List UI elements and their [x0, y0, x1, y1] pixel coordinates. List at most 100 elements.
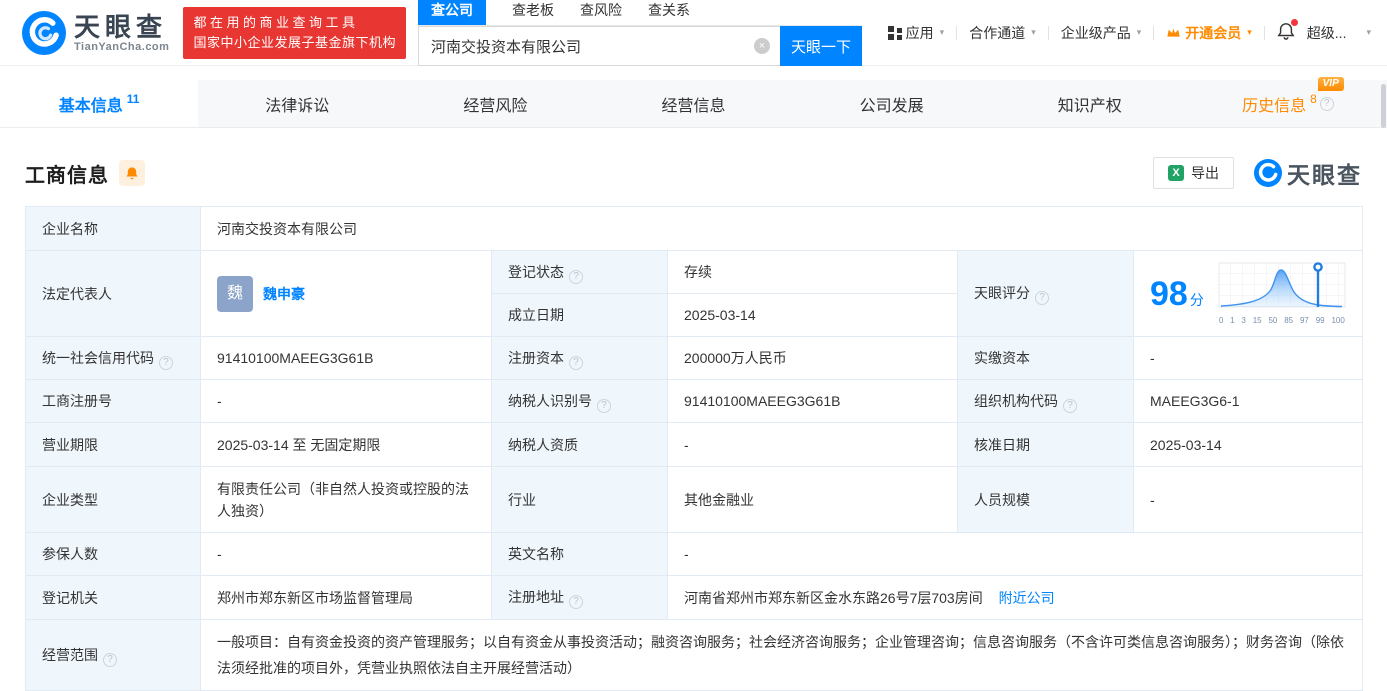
- export-button[interactable]: X 导出: [1153, 157, 1234, 189]
- field-label-paid-capital: 实缴资本: [958, 337, 1134, 380]
- field-value-reg-capital: 200000万人民币: [668, 337, 958, 380]
- tab-operating-risk[interactable]: 经营风险: [396, 80, 594, 127]
- chevron-down-icon: ▾: [1031, 27, 1036, 38]
- logo-domain-text: TianYanCha.com: [74, 41, 169, 53]
- tab-count: 8: [1310, 92, 1317, 106]
- help-icon[interactable]: ?: [1063, 399, 1077, 413]
- field-label-text: 天眼评分: [974, 285, 1030, 301]
- table-row: 企业类型 有限责任公司（非自然人投资或控股的法人独资） 行业 其他金融业 人员规…: [26, 467, 1363, 533]
- table-row: 参保人数 - 英文名称 -: [26, 533, 1363, 576]
- top-header: 天眼查 TianYanCha.com 都在用的商业查询工具 国家中小企业发展子基…: [0, 0, 1387, 66]
- chevron-down-icon: ▾: [1137, 27, 1142, 38]
- field-value-company-name: 河南交投资本有限公司: [201, 207, 1363, 251]
- monitor-bell-badge[interactable]: [119, 160, 145, 186]
- chevron-down-icon: ▾: [1247, 27, 1252, 38]
- field-value-business-scope: 一般项目：自有资金投资的资产管理服务；以自有资金从事投资活动；融资咨询服务；社会…: [201, 620, 1363, 691]
- nav-open-membership[interactable]: 开通会员 ▾: [1166, 23, 1252, 43]
- section-tabs: 基本信息 11 法律诉讼 经营风险 经营信息 公司发展 知识产权 历史信息 8 …: [0, 80, 1387, 128]
- legal-rep-link[interactable]: 魏申豪: [263, 283, 305, 305]
- help-icon[interactable]: ?: [597, 399, 611, 413]
- help-icon[interactable]: ?: [569, 270, 583, 284]
- chart-tick: 15: [1253, 316, 1262, 326]
- help-icon[interactable]: ?: [103, 653, 117, 667]
- score-value: 98分: [1150, 276, 1204, 312]
- field-label-establish-date: 成立日期: [492, 294, 668, 337]
- excel-icon: X: [1168, 165, 1184, 181]
- field-label-taxpayer-quality: 纳税人资质: [492, 423, 668, 467]
- notification-dot: [1291, 19, 1298, 26]
- chart-tick: 1: [1230, 316, 1234, 326]
- search-tab-boss[interactable]: 查老板: [512, 0, 554, 25]
- chart-tick: 85: [1284, 316, 1293, 326]
- tab-company-development[interactable]: 公司发展: [793, 80, 991, 127]
- nav-enterprise-product[interactable]: 企业级产品 ▾: [1061, 23, 1142, 43]
- search-tab-company[interactable]: 查公司: [418, 0, 486, 25]
- field-label-taxpayer-id: 纳税人识别号?: [492, 380, 668, 423]
- divider: [956, 26, 957, 40]
- search-button[interactable]: 天眼一下: [780, 26, 862, 66]
- chart-tick: 50: [1268, 316, 1277, 326]
- table-row: 统一社会信用代码? 91410100MAEEG3G61B 注册资本? 20000…: [26, 337, 1363, 380]
- field-value-legal-rep: 魏 魏申豪: [201, 251, 492, 337]
- search-input[interactable]: [418, 26, 780, 66]
- chart-tick: 97: [1300, 316, 1309, 326]
- chart-tick: 3: [1241, 316, 1245, 326]
- help-icon[interactable]: ?: [569, 356, 583, 370]
- chart-tick-labels: 0131550859799100: [1218, 316, 1346, 326]
- field-value-reg-authority: 郑州市郑东新区市场监督管理局: [201, 576, 492, 620]
- promo-line-2: 国家中小企业发展子基金旗下机构: [193, 33, 396, 53]
- tab-intellectual-property[interactable]: 知识产权: [991, 80, 1189, 127]
- vip-badge: VIP: [1318, 77, 1344, 91]
- watermark-text: 天眼查: [1287, 156, 1362, 190]
- field-value-taxpayer-id: 91410100MAEEG3G61B: [668, 380, 958, 423]
- tab-basic-info[interactable]: 基本信息 11: [0, 80, 198, 127]
- field-value-taxpayer-quality: -: [668, 423, 958, 467]
- field-label-business-term: 营业期限: [26, 423, 201, 467]
- nav-partner-channel[interactable]: 合作通道 ▾: [969, 23, 1036, 43]
- tab-label: 历史信息: [1242, 92, 1306, 116]
- field-value-reg-status: 存续: [668, 251, 958, 294]
- notification-bell[interactable]: [1277, 22, 1295, 43]
- field-label-company-name: 企业名称: [26, 207, 201, 251]
- tab-business-info[interactable]: 经营信息: [594, 80, 792, 127]
- nav-apps-label: 应用: [906, 23, 934, 43]
- tianyancha-logo[interactable]: 天眼查 TianYanCha.com: [22, 11, 169, 55]
- nav-apps[interactable]: 应用 ▾: [888, 23, 945, 43]
- field-label-text: 组织机构代码: [974, 393, 1058, 409]
- tianyancha-watermark: 天眼查: [1254, 156, 1362, 190]
- field-label-org-code: 组织机构代码?: [958, 380, 1134, 423]
- field-label-staff-size: 人员规模: [958, 467, 1134, 533]
- tab-legal-proceedings[interactable]: 法律诉讼: [198, 80, 396, 127]
- apps-grid-icon: [888, 26, 902, 40]
- help-icon[interactable]: ?: [159, 356, 173, 370]
- scrollbar-thumb[interactable]: [1381, 84, 1386, 128]
- field-label-ty-score: 天眼评分?: [958, 251, 1134, 337]
- clear-search-icon[interactable]: ×: [754, 38, 770, 54]
- help-icon[interactable]: ?: [1320, 97, 1334, 111]
- chevron-down-icon: ▾: [1366, 27, 1371, 38]
- score-marker-dot: [1314, 263, 1321, 270]
- search-tabs: 查公司 查老板 查风险 查关系: [418, 0, 862, 26]
- header-nav: 应用 ▾ 合作通道 ▾ 企业级产品 ▾ 开通会员 ▾: [888, 22, 1371, 43]
- tab-label: 公司发展: [860, 92, 924, 116]
- export-label: 导出: [1191, 163, 1219, 183]
- field-label-text: 注册资本: [508, 350, 564, 366]
- search-tab-relation[interactable]: 查关系: [648, 0, 690, 25]
- legal-rep-avatar[interactable]: 魏: [217, 276, 253, 312]
- chart-tick: 100: [1331, 316, 1344, 326]
- nearby-companies-link[interactable]: 附近公司: [999, 590, 1055, 606]
- divider: [1264, 26, 1265, 40]
- divider: [1153, 26, 1154, 40]
- tab-history-info[interactable]: 历史信息 8 ? VIP: [1189, 80, 1387, 127]
- help-icon[interactable]: ?: [569, 595, 583, 609]
- field-label-business-scope: 经营范围?: [26, 620, 201, 691]
- table-row: 企业名称 河南交投资本有限公司: [26, 207, 1363, 251]
- field-label-english-name: 英文名称: [492, 533, 668, 576]
- help-icon[interactable]: ?: [1035, 291, 1049, 305]
- tab-label: 经营风险: [463, 92, 527, 116]
- nav-super-vip[interactable]: 超级... ▾: [1307, 23, 1371, 43]
- search-tab-risk[interactable]: 查风险: [580, 0, 622, 25]
- logo-brand-text: 天眼查: [74, 13, 169, 41]
- bell-icon: [125, 166, 139, 180]
- nav-super-label: 超级...: [1307, 23, 1347, 43]
